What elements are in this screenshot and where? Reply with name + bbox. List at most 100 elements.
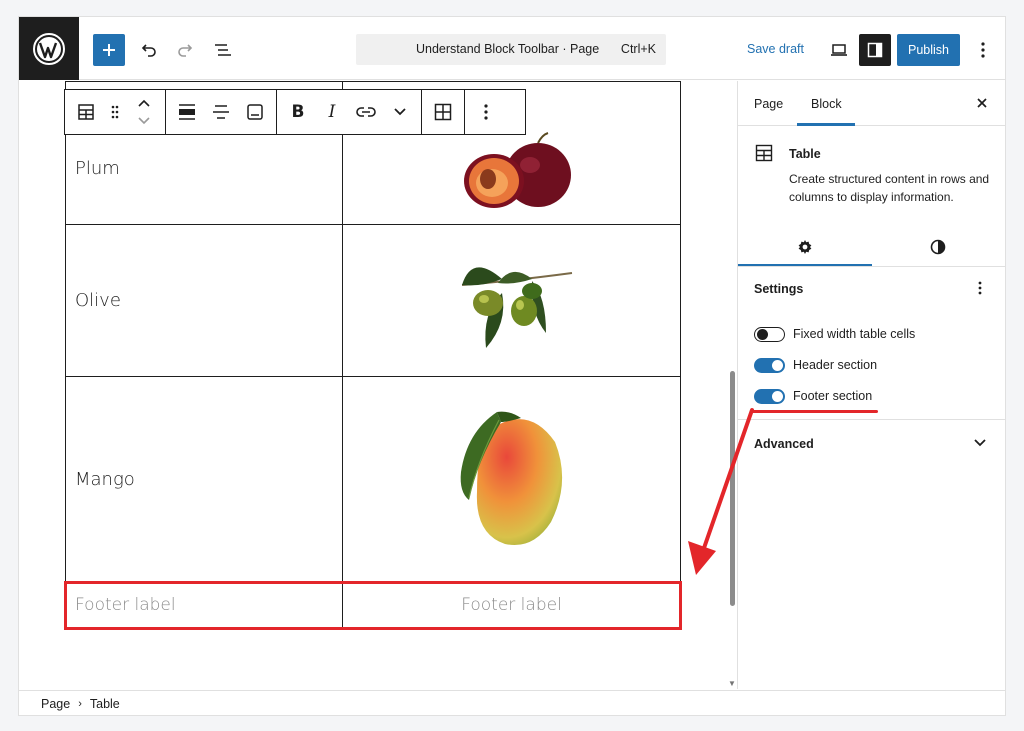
block-type-button[interactable] (69, 90, 103, 134)
block-breadcrumb: Page › Table (19, 690, 1005, 715)
toggle-label: Fixed width table cells (793, 327, 916, 341)
breadcrumb-item-page[interactable]: Page (41, 697, 70, 711)
chevron-right-icon: › (78, 698, 82, 710)
command-shortcut: Ctrl+K (620, 42, 656, 56)
table-row: Mango (65, 376, 681, 582)
table-cell[interactable]: Olive (65, 224, 343, 377)
settings-options-button[interactable] (970, 278, 990, 298)
block-toolbar-group: B I (277, 90, 422, 134)
tab-block[interactable]: Block (811, 97, 842, 111)
more-vertical-icon (484, 104, 488, 120)
publish-button[interactable]: Publish (897, 34, 960, 66)
table-cell-image[interactable] (342, 376, 681, 582)
drag-handle-button[interactable] (103, 90, 127, 134)
caption-button[interactable] (238, 90, 272, 134)
header-section-toggle[interactable] (754, 357, 785, 373)
table-cell-image[interactable] (342, 224, 681, 377)
redo-icon (178, 44, 193, 57)
options-button[interactable] (967, 34, 999, 66)
close-icon (977, 98, 987, 108)
canvas-scrollbar[interactable]: ▼ (727, 81, 737, 689)
desktop-view-icon (831, 44, 847, 56)
toggle-label: Footer section (793, 389, 873, 403)
move-up-down-button[interactable] (127, 90, 161, 134)
block-toolbar: B I (64, 89, 526, 135)
active-tab-indicator (797, 123, 855, 126)
table-block[interactable]: Plum Olive Mango Footer label Footer lab… (65, 81, 681, 629)
text-align-button[interactable] (204, 90, 238, 134)
table-cell[interactable]: Mango (65, 376, 343, 582)
preview-button[interactable] (823, 34, 855, 66)
advanced-toggle-button[interactable] (970, 433, 990, 453)
scroll-down-arrow-icon[interactable]: ▼ (728, 679, 736, 688)
breadcrumb-item-table[interactable]: Table (90, 697, 120, 711)
footer-section-toggle-row[interactable]: Footer section (754, 385, 872, 407)
document-title: Understand Block Toolbar · Page (416, 42, 600, 56)
block-toolbar-group (65, 90, 166, 134)
contrast-icon (930, 239, 946, 255)
link-button[interactable] (349, 90, 383, 134)
table-icon (755, 144, 773, 167)
caption-icon (247, 104, 263, 120)
align-wide-icon (179, 104, 195, 120)
tab-page[interactable]: Page (754, 97, 783, 111)
align-button[interactable] (170, 90, 204, 134)
more-formats-button[interactable] (383, 90, 417, 134)
block-card-title: Table (789, 147, 821, 161)
table-footer-row: Footer label Footer label (65, 581, 681, 629)
bold-button[interactable]: B (281, 90, 315, 134)
block-toolbar-group (422, 90, 465, 134)
editor-header: Understand Block Toolbar · Page Ctrl+K S… (19, 17, 1005, 80)
sidebar-toggle-icon (867, 42, 883, 58)
redo-button[interactable] (169, 34, 201, 66)
fixed-width-toggle[interactable] (754, 326, 785, 342)
plum-image (463, 131, 571, 208)
align-center-icon (213, 105, 229, 119)
header-section-toggle-row[interactable]: Header section (754, 354, 877, 376)
list-view-icon (215, 44, 231, 56)
table-footer-cell[interactable]: Footer label (65, 581, 343, 629)
editor-frame: Understand Block Toolbar · Page Ctrl+K S… (18, 16, 1006, 716)
block-toolbar-group (465, 90, 507, 134)
table-row: Olive (65, 224, 681, 377)
italic-button[interactable]: I (315, 90, 349, 134)
block-options-button[interactable] (469, 90, 503, 134)
block-inspector-tabs (738, 225, 1005, 267)
block-toolbar-group (166, 90, 277, 134)
settings-sidebar: Page Block Table Create structured conte… (737, 81, 1005, 689)
advanced-panel-title[interactable]: Advanced (754, 437, 814, 451)
footer-section-toggle[interactable] (754, 388, 785, 404)
close-sidebar-button[interactable] (972, 93, 992, 113)
tab-styles[interactable] (928, 237, 948, 257)
drag-handle-icon (111, 105, 119, 119)
edit-table-icon (434, 103, 452, 121)
editor-canvas: Plum Olive Mango Footer label Footer lab… (19, 81, 737, 689)
scrollbar-thumb[interactable] (730, 371, 735, 606)
tab-settings[interactable] (795, 237, 815, 257)
chevron-down-icon (974, 439, 986, 447)
fixed-width-toggle-row[interactable]: Fixed width table cells (754, 323, 915, 345)
plus-icon (103, 44, 115, 56)
undo-icon (141, 44, 156, 57)
settings-panel-title: Settings (754, 282, 804, 296)
chevron-down-icon (394, 108, 406, 116)
edit-table-button[interactable] (426, 90, 460, 134)
more-vertical-icon (981, 42, 985, 58)
save-draft-button[interactable]: Save draft (747, 42, 804, 56)
gear-icon (798, 240, 812, 254)
sidebar-tabs: Page Block (738, 81, 1005, 126)
command-palette-bar[interactable]: Understand Block Toolbar · Page Ctrl+K (356, 34, 666, 65)
table-icon (78, 104, 94, 120)
divider (738, 419, 1005, 420)
link-icon (356, 107, 376, 117)
settings-sidebar-button[interactable] (859, 34, 891, 66)
add-block-button[interactable] (93, 34, 125, 66)
table-footer-cell[interactable]: Footer label (342, 581, 681, 629)
undo-button[interactable] (133, 34, 165, 66)
olive-image (461, 267, 572, 348)
wordpress-logo-icon[interactable] (19, 17, 79, 80)
mango-image (460, 411, 562, 545)
list-view-button[interactable] (207, 34, 239, 66)
toggle-label: Header section (793, 358, 878, 372)
move-up-down-icon (138, 99, 150, 125)
